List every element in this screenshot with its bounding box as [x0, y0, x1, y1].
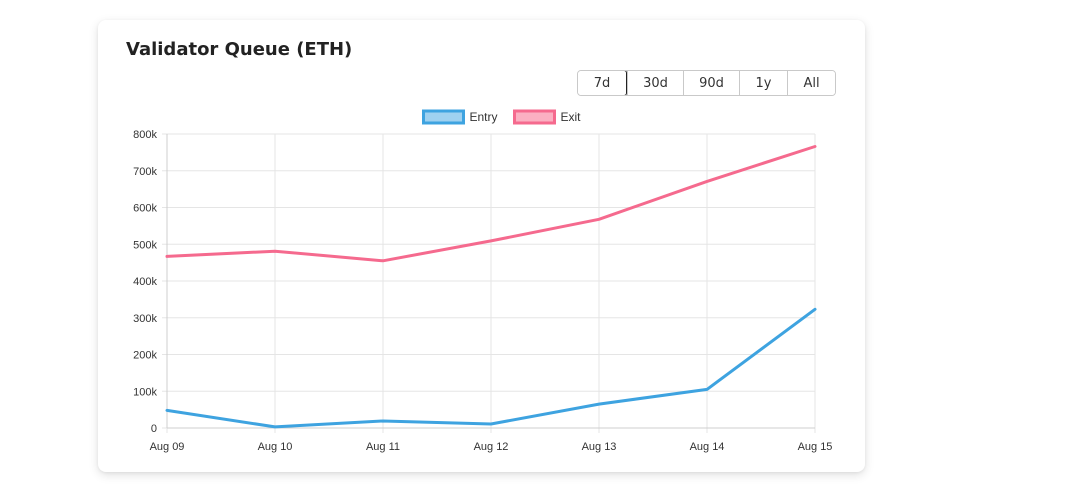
- y-tick-label: 600k: [133, 203, 157, 215]
- x-tick-label: Aug 10: [258, 441, 293, 453]
- x-tick-label: Aug 15: [798, 441, 833, 453]
- line-chart: 0 100k 200k 300k 400k 500k 600k 700k 800k Aug 09 A…: [133, 109, 832, 453]
- y-tick-label: 100k: [133, 386, 157, 398]
- x-tick-label: Aug 11: [366, 441, 400, 453]
- y-tick-label: 300k: [133, 313, 157, 325]
- legend-label-exit: Exit: [561, 110, 582, 124]
- y-tick-label: 800k: [133, 129, 157, 141]
- x-tick-label: Aug 13: [582, 441, 617, 453]
- axes: 0 100k 200k 300k 400k 500k 600k 700k 800k Aug 09 A…: [133, 129, 832, 453]
- y-tick-label: 400k: [133, 276, 157, 288]
- legend[interactable]: Entry Exit: [422, 109, 582, 125]
- legend-swatch-entry: [422, 109, 465, 125]
- y-tick-label: 500k: [133, 239, 157, 251]
- x-tick-label: Aug 14: [690, 441, 725, 453]
- legend-item-entry[interactable]: Entry: [422, 109, 498, 125]
- y-tick-label: 200k: [133, 350, 157, 362]
- x-tick-label: Aug 09: [150, 441, 185, 453]
- y-tick-label: 0: [151, 423, 157, 435]
- y-tick-label: 700k: [133, 166, 157, 178]
- legend-swatch-exit: [513, 109, 556, 125]
- chart-card: Validator Queue (ETH) 7d 30d 90d 1y All …: [98, 20, 865, 472]
- legend-item-exit[interactable]: Exit: [513, 109, 582, 125]
- legend-label-entry: Entry: [470, 110, 498, 124]
- x-tick-label: Aug 12: [474, 441, 509, 453]
